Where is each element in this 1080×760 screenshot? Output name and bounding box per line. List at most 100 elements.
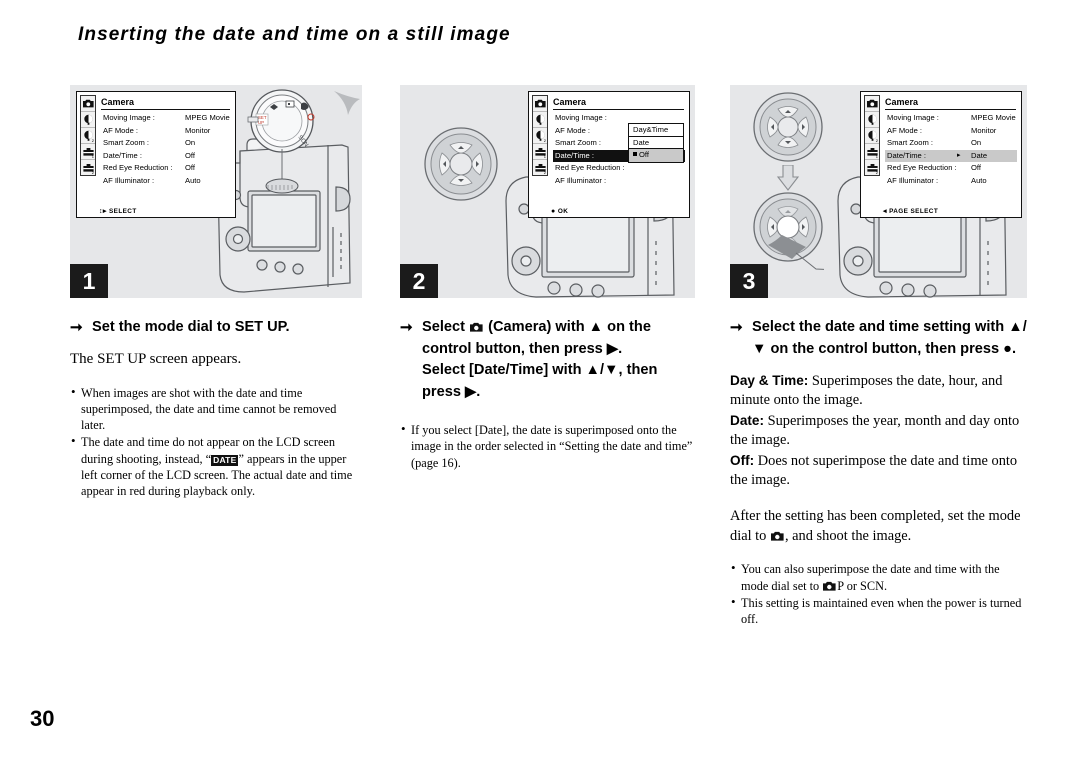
menu-row-af-mode[interactable]: AF Mode : Monitor xyxy=(101,125,231,138)
menu-row-value: Auto xyxy=(185,175,201,185)
menu-row-red-eye[interactable]: Red Eye Reduction : xyxy=(553,162,685,175)
setup-toolbox-icon-1[interactable]: 1 xyxy=(865,144,879,160)
submenu-option-day-time[interactable]: Day&Time xyxy=(629,124,683,137)
camera-icon[interactable] xyxy=(533,96,547,112)
list-item: • The date and time do not appear on the… xyxy=(70,433,362,499)
menu-icon-rail-3: 2 1 2 xyxy=(864,95,880,176)
menu-row-moving-image[interactable]: Moving Image : MPEG Movie xyxy=(885,112,1017,125)
bullet-text: This setting is maintained even when the… xyxy=(741,595,1022,627)
step-3-after-note: After the setting has been completed, se… xyxy=(730,507,1027,546)
lcd-row-list-1: Moving Image : MPEG Movie AF Mode : Moni… xyxy=(101,112,231,187)
selected-marker-icon xyxy=(633,152,637,156)
center-button-icon: ● xyxy=(551,208,556,215)
step-2-illustration: 2 1 2 Camera Moving Image: AF Mode: Sm… xyxy=(400,85,695,298)
menu-row-smart-zoom[interactable]: Smart Zoom : On xyxy=(101,137,231,150)
lcd-menu-screen-1: 2 1 2 Camera Moving Image: MPEG Movie A… xyxy=(76,91,236,218)
setup-toolbox-icon-2[interactable]: 2 xyxy=(865,160,879,175)
rail-index-4: 2 xyxy=(543,170,546,175)
flash-adjust-icon-2[interactable]: 2 xyxy=(533,128,547,144)
menu-row-value: Monitor xyxy=(971,125,997,135)
camera-icon[interactable] xyxy=(865,96,879,112)
step-badge-2: 2 xyxy=(400,264,438,298)
menu-row-af-illuminator[interactable]: AF Illuminator : Auto xyxy=(885,175,1017,188)
menu-row-label: Smart Zoom : xyxy=(103,138,149,147)
submenu-option-label: Day&Time xyxy=(633,125,669,134)
menu-row-label: Smart Zoom : xyxy=(555,138,601,147)
bullet-dot-icon: • xyxy=(401,421,406,436)
setup-toolbox-icon-2[interactable]: 2 xyxy=(81,160,95,175)
list-item: • If you select [Date], the date is supe… xyxy=(400,421,695,471)
lcd-footer-1: ↕▸ SELECT xyxy=(99,207,137,215)
flash-adjust-icon-1[interactable] xyxy=(865,112,879,128)
menu-row-af-illuminator[interactable]: AF Illuminator : xyxy=(553,175,685,188)
flash-adjust-icon-2[interactable]: 2 xyxy=(81,128,95,144)
arrow-right-icon: ➞ xyxy=(70,319,83,336)
menu-row-af-illuminator[interactable]: AF Illuminator : Auto xyxy=(101,175,231,188)
rail-index-2: 2 xyxy=(543,138,546,143)
setup-toolbox-icon-1[interactable]: 1 xyxy=(81,144,95,160)
lcd-title-2: Camera xyxy=(553,96,684,110)
menu-row-moving-image[interactable]: Moving Image : MPEG Movie xyxy=(101,112,231,125)
flash-adjust-icon-1[interactable] xyxy=(533,112,547,128)
lcd-title-3: Camera xyxy=(885,96,1016,110)
definition-term: Off: xyxy=(730,452,755,468)
menu-row-red-eye[interactable]: Red Eye Reduction : Off xyxy=(885,162,1017,175)
camera-icon xyxy=(770,531,784,541)
menu-row-date-time[interactable]: Date/Time : ▸ Date xyxy=(885,149,1017,162)
turn-arrow-icon xyxy=(334,91,360,115)
step-column-2: 2 1 2 Camera Moving Image: AF Mode: Sm… xyxy=(400,85,695,472)
date-time-submenu[interactable]: Day&Time Date Off xyxy=(628,123,684,163)
menu-row-af-mode[interactable]: AF Mode : Monitor xyxy=(885,125,1017,138)
menu-row-smart-zoom[interactable]: Smart Zoom : On xyxy=(885,137,1017,150)
menu-row-label: AF Illuminator : xyxy=(103,175,155,185)
step-column-3: 2 1 2 Camera Moving Image: MPEG Movie A… xyxy=(730,85,1027,628)
bullet-text: When images are shot with the date and t… xyxy=(81,385,337,433)
menu-icon-rail-1: 2 1 2 xyxy=(80,95,96,176)
after-note-part-b: , and shoot the image. xyxy=(784,527,912,544)
lcd-menu-screen-3: 2 1 2 Camera Moving Image: MPEG Movie A… xyxy=(860,91,1022,218)
rail-index-4: 2 xyxy=(91,170,94,175)
step-2-bullets: • If you select [Date], the date is supe… xyxy=(400,421,695,471)
step-2-heading-part-a: Select xyxy=(422,319,470,335)
list-item: • This setting is maintained even when t… xyxy=(730,594,1027,628)
setup-toolbox-icon-2[interactable]: 2 xyxy=(533,160,547,175)
setup-toolbox-icon-1[interactable]: 1 xyxy=(533,144,547,160)
submenu-option-off[interactable]: Off xyxy=(629,149,683,162)
definition-date: Date: Superimposes the year, month and d… xyxy=(730,411,1027,451)
submenu-option-date[interactable]: Date xyxy=(629,136,683,149)
camera-icon[interactable] xyxy=(81,96,95,112)
step-1-heading-text: Set the mode dial to SET UP. xyxy=(92,319,290,335)
definition-off: Off: Does not superimpose the date and t… xyxy=(730,451,1027,491)
rail-index-3: 1 xyxy=(91,154,94,159)
menu-row-date-time[interactable]: Date/Time : Off xyxy=(101,150,231,163)
rail-index-3: 1 xyxy=(875,154,878,159)
flash-adjust-icon-2[interactable]: 2 xyxy=(865,128,879,144)
camera-icon xyxy=(823,581,836,591)
menu-row-label: Smart Zoom : xyxy=(887,138,933,147)
control-button-illustration-2[interactable] xyxy=(422,125,500,203)
center-button-target xyxy=(776,215,800,239)
definition-text: Does not superimpose the date and time o… xyxy=(730,452,1018,489)
menu-row-label: Moving Image : xyxy=(555,113,607,122)
step-badge-3: 3 xyxy=(730,264,768,298)
lcd-footer-label: PAGE SELECT xyxy=(889,208,939,215)
step-3-definitions: Day & Time: Superimposes the date, hour,… xyxy=(730,371,1027,490)
menu-row-value: Auto xyxy=(971,175,987,185)
menu-row-label: AF Illuminator : xyxy=(887,175,939,185)
step-3-heading: ➞ Select the date and time setting with … xyxy=(730,317,1027,360)
menu-row-label: Moving Image : xyxy=(887,113,939,122)
step-1-illustration: SET UP SCN 2 1 2 Camera Moving Image: M… xyxy=(70,85,362,298)
page-title: Inserting the date and time on a still i… xyxy=(78,24,511,45)
menu-row-value: Monitor xyxy=(185,125,211,135)
step-3-illustration: 2 1 2 Camera Moving Image: MPEG Movie A… xyxy=(730,85,1027,298)
submenu-option-label: Off xyxy=(639,150,649,159)
control-button-illustration-3-top[interactable] xyxy=(752,91,824,163)
rail-index-2: 2 xyxy=(91,138,94,143)
flash-adjust-icon-1[interactable] xyxy=(81,112,95,128)
step-3-heading-text: Select the date and time setting with ▲/… xyxy=(752,319,1027,357)
definition-term: Date: xyxy=(730,412,764,428)
rail-index-3: 1 xyxy=(543,154,546,159)
lcd-footer-3: ◂ PAGE SELECT xyxy=(883,207,938,215)
menu-row-label: AF Mode : xyxy=(103,125,139,135)
menu-row-red-eye[interactable]: Red Eye Reduction : Off xyxy=(101,162,231,175)
